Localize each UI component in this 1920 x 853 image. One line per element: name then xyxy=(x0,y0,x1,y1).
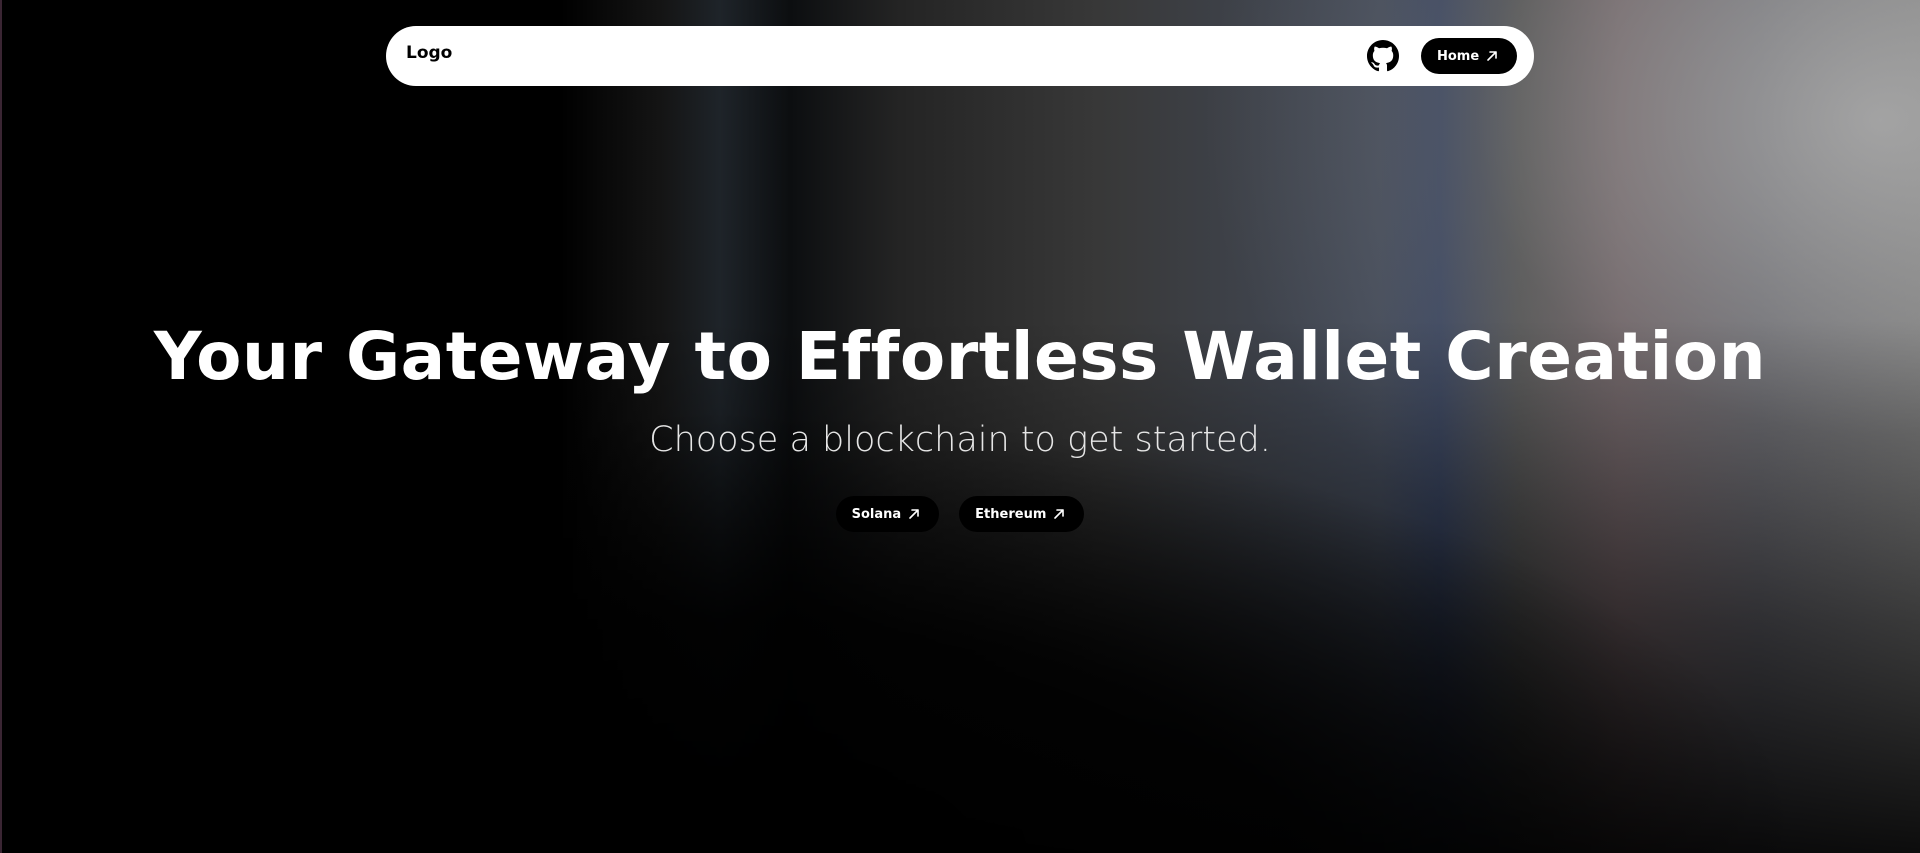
navbar: Logo Home xyxy=(386,26,1534,86)
home-button-label: Home xyxy=(1437,48,1480,64)
page: Logo Home Your Gateway to Effortless Wal… xyxy=(0,0,1920,853)
arrow-up-right-icon xyxy=(1052,507,1066,521)
logo[interactable]: Logo xyxy=(406,26,452,80)
home-button[interactable]: Home xyxy=(1421,38,1518,74)
github-link[interactable] xyxy=(1367,40,1399,72)
solana-button[interactable]: Solana xyxy=(835,496,940,532)
arrow-up-right-icon xyxy=(907,507,921,521)
blockchain-buttons: Solana Ethereum xyxy=(0,496,1920,532)
ethereum-button[interactable]: Ethereum xyxy=(959,496,1085,532)
arrow-up-right-icon xyxy=(1485,49,1499,63)
github-icon xyxy=(1367,40,1399,72)
ethereum-button-label: Ethereum xyxy=(975,506,1047,522)
solana-button-label: Solana xyxy=(851,506,902,522)
hero-title: Your Gateway to Effortless Wallet Creati… xyxy=(153,318,1767,395)
hero-subtitle: Choose a blockchain to get started. xyxy=(649,420,1271,460)
